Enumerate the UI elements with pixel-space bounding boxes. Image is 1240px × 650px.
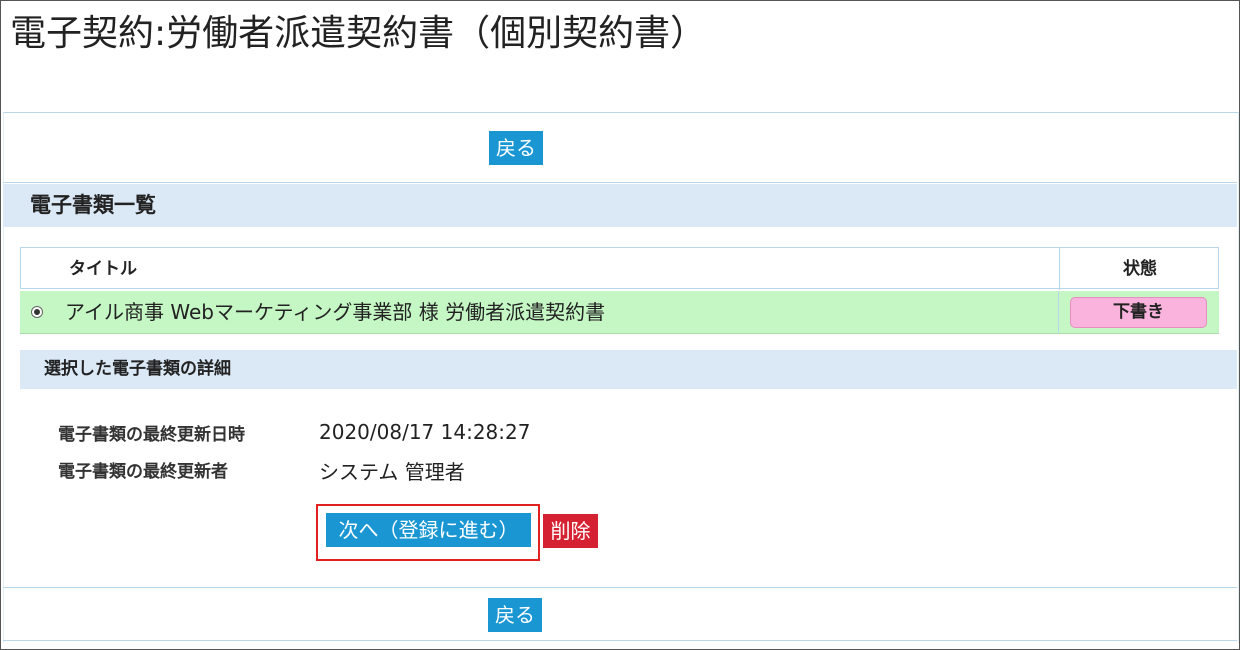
details-heading: 選択した電子書類の詳細	[44, 359, 231, 379]
column-header-status: 状態	[1123, 259, 1157, 279]
document-list-heading: 電子書類一覧	[30, 193, 156, 217]
back-button-top[interactable]: 戻る	[489, 131, 543, 165]
row-title: アイル商事 Webマーケティング事業部 様 労働者派遣契約書	[65, 300, 606, 324]
back-button-bottom[interactable]: 戻る	[488, 598, 542, 632]
delete-button[interactable]: 削除	[543, 514, 598, 548]
column-divider	[1058, 291, 1059, 334]
status-badge: 下書き	[1070, 297, 1207, 328]
page-title: 電子契約:労働者派遣契約書（個別契約書）	[10, 13, 707, 54]
last-updated-value: 2020/08/17 14:28:27	[319, 420, 531, 444]
details-header: 選択した電子書類の詳細	[20, 350, 1237, 389]
radio-selected-dot	[34, 309, 40, 315]
next-button[interactable]: 次へ（登録に進む）	[326, 513, 531, 547]
last-updated-by-label: 電子書類の最終更新者	[58, 462, 228, 482]
divider	[3, 587, 1237, 588]
divider	[3, 182, 1237, 183]
divider	[3, 640, 1237, 641]
table-row[interactable]: アイル商事 Webマーケティング事業部 様 労働者派遣契約書 下書き	[20, 291, 1219, 334]
document-list-header: 電子書類一覧	[3, 184, 1237, 227]
table-header: タイトル 状態	[20, 247, 1219, 290]
column-header-title: タイトル	[69, 259, 137, 279]
last-updated-by-value: システム 管理者	[319, 460, 465, 484]
row-radio-button[interactable]	[31, 306, 43, 318]
last-updated-label: 電子書類の最終更新日時	[58, 425, 245, 445]
